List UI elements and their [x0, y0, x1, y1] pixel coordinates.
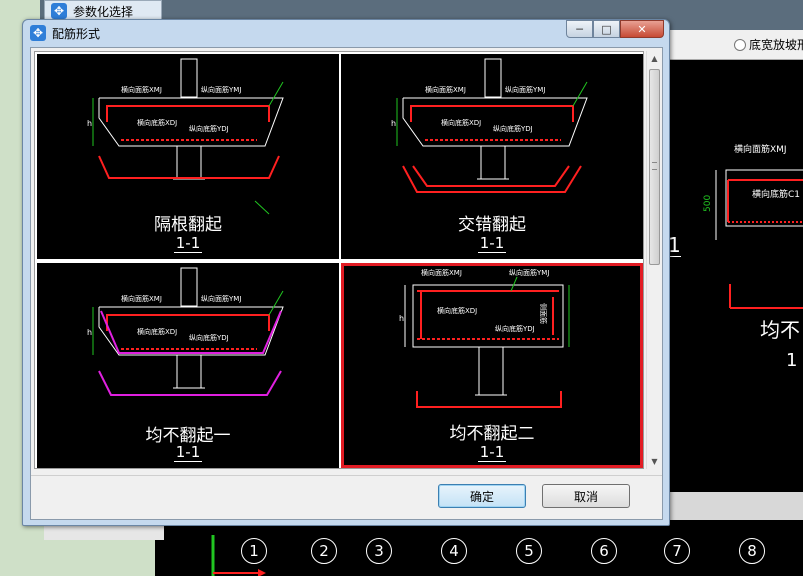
close-button[interactable]: ✕ — [620, 20, 664, 38]
tile-label-height: h — [87, 119, 92, 128]
dialog-client-area: 横向面筋XMJ 纵向面筋YMJ 横向底筋XDJ 纵向底筋YDJ h 隔根翻起 1… — [30, 47, 663, 520]
slope-radio-label: 底宽放坡形 — [749, 38, 803, 52]
tile-label-height: h — [87, 328, 92, 337]
option-section: 1-1 — [173, 234, 203, 253]
dialog-separator — [31, 475, 662, 476]
tile-label-height: h — [399, 314, 404, 323]
axis-label: 4 — [441, 538, 467, 564]
tile-label-bottom: 横向底筋XDJ — [137, 327, 177, 336]
axis-label: 7 — [664, 538, 690, 564]
background-window-title-text: 参数化选择 — [73, 4, 134, 19]
vertical-scrollbar[interactable]: ▲ ▼ — [646, 51, 661, 469]
tile-label-long-face: 纵向面筋YMJ — [505, 85, 545, 94]
option-name: 隔根翻起 — [154, 215, 222, 235]
scroll-grip-icon — [652, 162, 657, 170]
minimize-button[interactable]: ─ — [566, 20, 593, 38]
option-tile-no-bend-two[interactable]: 横向面筋XMJ 纵向面筋YMJ 横向底筋XDJ 纵向底筋YDJ 侧面筋 h 均不… — [341, 263, 643, 468]
axis-label: 1 — [241, 538, 267, 564]
rebar-form-dialog: ✥ 配筋形式 ─ □ ✕ 横向面筋XMJ 纵向面筋YMJ 横向底筋XDJ 纵向底… — [22, 19, 670, 526]
axis-label: 6 — [591, 538, 617, 564]
tile-label-bottom: 横向底筋XDJ — [441, 118, 481, 127]
axis-label: 8 — [739, 538, 765, 564]
axis-label: 5 — [516, 538, 542, 564]
tile-label-bottom: 横向底筋XDJ — [137, 118, 177, 127]
option-grid: 横向面筋XMJ 纵向面筋YMJ 横向底筋XDJ 纵向底筋YDJ h 隔根翻起 1… — [34, 51, 644, 469]
dialog-titlebar[interactable]: ✥ 配筋形式 ─ □ ✕ — [23, 20, 669, 46]
tile-label-long-bottom: 纵向底筋YDJ — [495, 324, 535, 333]
preview-label-top: 横向面筋XMJ — [734, 143, 787, 155]
preview-dimension: 500 — [703, 195, 713, 212]
option-name: 交错翻起 — [458, 215, 526, 235]
preview-section: 1 — [786, 350, 797, 371]
option-section: 1-1 — [173, 443, 203, 462]
scroll-down-arrow-icon[interactable]: ▼ — [647, 454, 662, 469]
option-section: 1-1 — [477, 234, 507, 253]
tile-label-top-face: 横向面筋XMJ — [421, 268, 462, 277]
tile-label-long-bottom: 纵向底筋YDJ — [189, 333, 229, 342]
option-tile-alternate-bend[interactable]: 横向面筋XMJ 纵向面筋YMJ 横向底筋XDJ 纵向底筋YDJ h 隔根翻起 1… — [37, 54, 339, 259]
dialog-app-icon: ✥ — [30, 25, 46, 41]
app-icon: ✥ — [51, 3, 67, 19]
axis-label: 3 — [366, 538, 392, 564]
tile-label-side-rebar: 侧面筋 — [539, 303, 548, 324]
scroll-up-arrow-icon[interactable]: ▲ — [647, 51, 662, 66]
tile-label-long-face: 纵向面筋YMJ — [509, 268, 549, 277]
tile-label-bottom: 横向底筋XDJ — [437, 306, 477, 315]
slope-radio[interactable] — [734, 38, 746, 51]
option-name: 均不翻起二 — [449, 424, 535, 444]
scroll-thumb[interactable] — [649, 69, 660, 265]
axis-label: 2 — [311, 538, 337, 564]
background-options-panel: 底宽放坡形 — [668, 30, 803, 60]
tile-label-long-face: 纵向面筋YMJ — [201, 85, 241, 94]
preview-label-mid: 横向底筋C1 — [752, 188, 800, 200]
option-tile-no-bend-one[interactable]: 横向面筋XMJ 纵向面筋YMJ 横向底筋XDJ 纵向底筋YDJ h 均不翻起一 … — [37, 263, 339, 468]
ok-button[interactable]: 确定 — [438, 484, 526, 508]
background-status-strip — [670, 492, 803, 520]
background-preview: 横向面筋XMJ 横向底筋C1 500 均不 1 — [668, 60, 803, 492]
preview-name: 均不 — [760, 318, 800, 342]
tile-label-long-face: 纵向面筋YMJ — [201, 294, 241, 303]
tile-label-long-bottom: 纵向底筋YDJ — [493, 124, 533, 133]
tile-label-top-face: 横向面筋XMJ — [121, 85, 162, 94]
maximize-button[interactable]: □ — [593, 20, 620, 38]
option-section: 1-1 — [477, 443, 507, 462]
tile-label-top-face: 横向面筋XMJ — [121, 294, 162, 303]
tile-label-top-face: 横向面筋XMJ — [425, 85, 466, 94]
cancel-button[interactable]: 取消 — [542, 484, 630, 508]
tile-label-height: h — [391, 119, 396, 128]
option-tile-staggered-bend[interactable]: 横向面筋XMJ 纵向面筋YMJ 横向底筋XDJ 纵向底筋YDJ h 交错翻起 1… — [341, 54, 643, 259]
dialog-title: 配筋形式 — [52, 26, 101, 41]
tile-label-long-bottom: 纵向底筋YDJ — [189, 124, 229, 133]
